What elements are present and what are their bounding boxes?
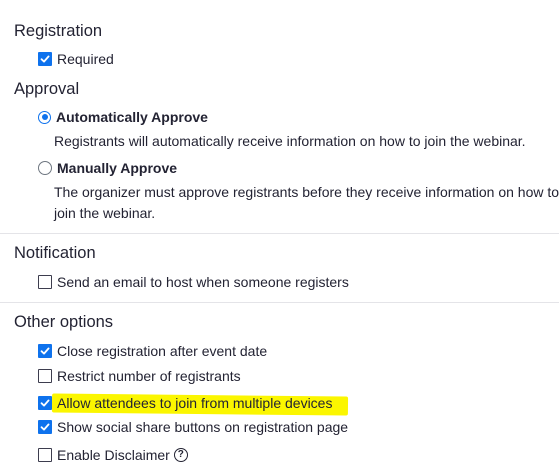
- email-host-checkbox[interactable]: [38, 275, 52, 289]
- checkmark-icon: [40, 399, 50, 407]
- auto-approve-radio[interactable]: [38, 110, 51, 124]
- restrict-registrants-label: Restrict number of registrants: [57, 368, 241, 384]
- auto-approve-description: Registrants will automatically receive i…: [54, 133, 526, 149]
- checkmark-icon: [40, 55, 50, 63]
- multiple-devices-checkbox[interactable]: [38, 396, 52, 410]
- email-host-checkbox-row[interactable]: Send an email to host when someone regis…: [38, 272, 349, 292]
- close-registration-checkbox[interactable]: [38, 344, 52, 358]
- section-divider: [0, 233, 559, 234]
- required-label: Required: [57, 51, 114, 67]
- section-divider: [0, 302, 559, 303]
- manual-approve-description-line-1: The organizer must approve registrants b…: [54, 184, 559, 200]
- required-checkbox-row[interactable]: Required: [38, 49, 114, 69]
- help-icon[interactable]: ?: [173, 448, 188, 462]
- close-registration-label: Close registration after event date: [57, 343, 268, 359]
- social-share-label: Show social share buttons on registratio…: [57, 419, 349, 435]
- auto-approve-radio-row[interactable]: Automatically Approve: [38, 107, 208, 127]
- enable-disclaimer-checkbox[interactable]: [38, 448, 52, 462]
- restrict-registrants-checkbox[interactable]: [38, 369, 52, 383]
- registration-section-title: Registration: [14, 22, 103, 40]
- enable-disclaimer-label: Enable Disclaimer: [57, 447, 170, 463]
- other-options-section-title: Other options: [14, 313, 114, 331]
- manual-approve-radio-row[interactable]: Manually Approve: [38, 158, 177, 178]
- notification-section-title: Notification: [14, 244, 96, 262]
- social-share-checkbox[interactable]: [38, 420, 52, 434]
- approval-section-title: Approval: [14, 80, 80, 98]
- checkmark-icon: [40, 347, 50, 355]
- checkmark-icon: [40, 423, 50, 431]
- manual-approve-radio[interactable]: [38, 161, 52, 175]
- enable-disclaimer-checkbox-row[interactable]: Enable Disclaimer ?: [38, 445, 188, 465]
- manual-approve-description-line-2: join the webinar.: [54, 205, 156, 221]
- multiple-devices-label: Allow attendees to join from multiple de…: [57, 395, 333, 411]
- social-share-checkbox-row[interactable]: Show social share buttons on registratio…: [38, 417, 348, 437]
- auto-approve-label: Automatically Approve: [56, 109, 208, 125]
- restrict-registrants-checkbox-row[interactable]: Restrict number of registrants: [38, 366, 241, 386]
- required-checkbox[interactable]: [38, 52, 52, 66]
- email-host-label: Send an email to host when someone regis…: [57, 274, 349, 290]
- multiple-devices-checkbox-row[interactable]: Allow attendees to join from multiple de…: [38, 393, 332, 413]
- close-registration-checkbox-row[interactable]: Close registration after event date: [38, 341, 267, 361]
- manual-approve-label: Manually Approve: [57, 160, 178, 176]
